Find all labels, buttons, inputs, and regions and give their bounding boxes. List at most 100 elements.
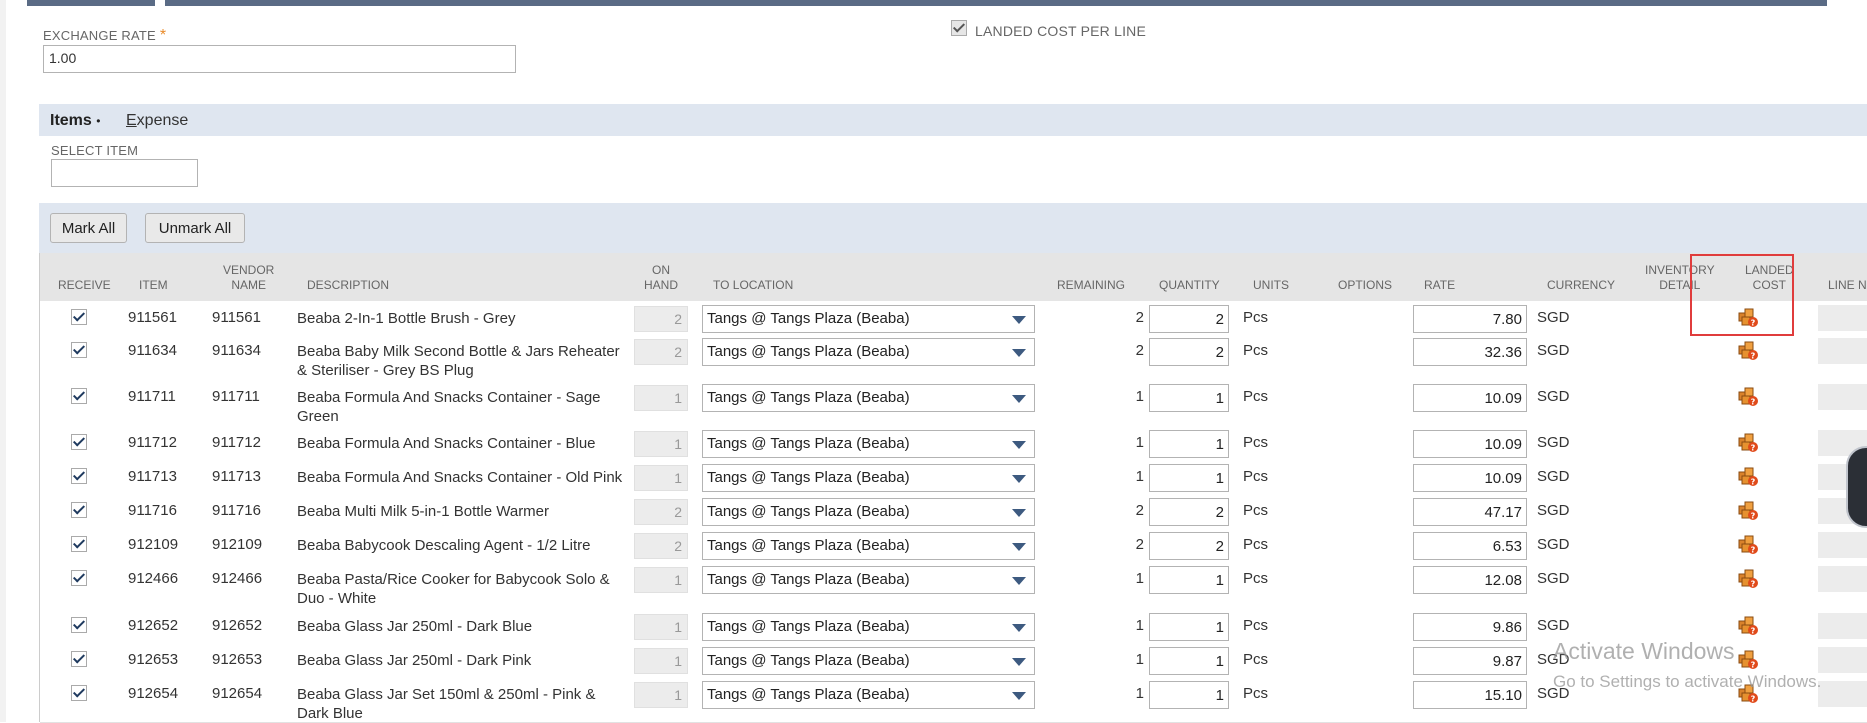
tab-expense[interactable]: Expense [126, 112, 188, 130]
col-description[interactable]: DESCRIPTION [307, 278, 389, 293]
quantity-input[interactable]: 1 [1149, 647, 1229, 675]
to-location-select[interactable]: Tangs @ Tangs Plaza (Beaba) [702, 384, 1035, 412]
col-line-number[interactable]: LINE N [1828, 278, 1867, 293]
table-row: 911713 911713 Beaba Formula And Snacks Con… [40, 460, 1867, 495]
page-left-border [0, 0, 6, 722]
col-quantity[interactable]: QUANTITY [1159, 278, 1220, 293]
to-location-select[interactable]: Tangs @ Tangs Plaza (Beaba) [702, 498, 1035, 526]
vendor-name-cell: 911712 [212, 434, 261, 451]
col-on-hand[interactable]: ON HAND [644, 263, 678, 293]
landed-cost-icon[interactable]: ? [1737, 431, 1759, 453]
dropdown-arrow-icon [1012, 624, 1026, 632]
col-item[interactable]: ITEM [139, 278, 168, 293]
landed-cost-icon[interactable]: ? [1737, 499, 1759, 521]
line-number-field [1818, 305, 1867, 331]
receive-checkbox[interactable] [71, 388, 87, 404]
receive-checkbox[interactable] [71, 434, 87, 450]
description-line1: Beaba Glass Jar 250ml - Dark Pink [297, 652, 532, 669]
landed-cost-icon[interactable]: ? [1737, 533, 1759, 555]
select-item-input[interactable] [51, 159, 198, 187]
currency-cell: SGD [1537, 570, 1570, 587]
col-currency[interactable]: CURRENCY [1547, 278, 1615, 293]
to-location-select[interactable]: Tangs @ Tangs Plaza (Beaba) [702, 613, 1035, 641]
col-rate[interactable]: RATE [1424, 278, 1455, 293]
quantity-input[interactable]: 2 [1149, 305, 1229, 333]
rate-input[interactable]: 7.80 [1413, 305, 1527, 333]
dropdown-arrow-icon [1012, 441, 1026, 449]
item-cell: 911634 [128, 342, 177, 359]
landed-cost-per-line-checkbox[interactable] [951, 20, 967, 36]
quantity-input[interactable]: 1 [1149, 430, 1229, 458]
svg-text:?: ? [1751, 478, 1756, 487]
mark-all-button[interactable]: Mark All [50, 213, 127, 243]
landed-cost-icon[interactable]: ? [1737, 339, 1759, 361]
col-remaining[interactable]: REMAINING [1057, 278, 1125, 293]
rate-input[interactable]: 12.08 [1413, 566, 1527, 594]
tab-items[interactable]: Items • [50, 112, 100, 130]
col-to-location[interactable]: TO LOCATION [713, 278, 793, 293]
vendor-name-cell: 912653 [212, 651, 263, 668]
to-location-select[interactable]: Tangs @ Tangs Plaza (Beaba) [702, 647, 1035, 675]
rate-input[interactable]: 10.09 [1413, 384, 1527, 412]
item-cell: 912652 [128, 617, 179, 634]
landed-cost-per-line-label: LANDED COST PER LINE [975, 23, 1147, 39]
to-location-select[interactable]: Tangs @ Tangs Plaza (Beaba) [702, 532, 1035, 560]
receive-checkbox[interactable] [71, 651, 87, 667]
rate-input[interactable]: 15.10 [1413, 681, 1527, 709]
side-help-widget[interactable] [1846, 446, 1867, 528]
quantity-input[interactable]: 2 [1149, 338, 1229, 366]
to-location-select[interactable]: Tangs @ Tangs Plaza (Beaba) [702, 566, 1035, 594]
item-cell: 912109 [128, 536, 179, 553]
receive-checkbox[interactable] [71, 570, 87, 586]
quantity-input[interactable]: 1 [1149, 681, 1229, 709]
receive-checkbox[interactable] [71, 536, 87, 552]
description-cell: Beaba Glass Jar 250ml - Dark Pink [297, 651, 531, 670]
landed-cost-icon[interactable]: ? [1737, 614, 1759, 636]
receive-checkbox[interactable] [71, 617, 87, 633]
quantity-input[interactable]: 1 [1149, 464, 1229, 492]
rate-input[interactable]: 9.86 [1413, 613, 1527, 641]
quantity-input[interactable]: 1 [1149, 613, 1229, 641]
receive-checkbox[interactable] [71, 342, 87, 358]
landed-cost-icon[interactable]: ? [1737, 567, 1759, 589]
rate-input[interactable]: 9.87 [1413, 647, 1527, 675]
line-number-field [1818, 338, 1867, 364]
quantity-input[interactable]: 1 [1149, 566, 1229, 594]
to-location-select[interactable]: Tangs @ Tangs Plaza (Beaba) [702, 681, 1035, 709]
to-location-select[interactable]: Tangs @ Tangs Plaza (Beaba) [702, 430, 1035, 458]
item-cell: 911561 [128, 309, 177, 326]
receive-checkbox[interactable] [71, 502, 87, 518]
to-location-value: Tangs @ Tangs Plaza (Beaba) [707, 618, 910, 635]
landed-cost-icon[interactable]: ? [1737, 385, 1759, 407]
receive-checkbox[interactable] [71, 468, 87, 484]
description-line2: & Steriliser - Grey BS Plug [297, 362, 474, 379]
rate-input[interactable]: 10.09 [1413, 430, 1527, 458]
line-number-field [1818, 532, 1867, 558]
quantity-input[interactable]: 1 [1149, 384, 1229, 412]
remaining-cell: 2 [1135, 536, 1144, 553]
item-cell: 911711 [128, 388, 176, 405]
quantity-input[interactable]: 2 [1149, 498, 1229, 526]
description-line1: Beaba Baby Milk Second Bottle & Jars Reh… [297, 343, 620, 360]
to-location-select[interactable]: Tangs @ Tangs Plaza (Beaba) [702, 338, 1035, 366]
quantity-input[interactable]: 2 [1149, 532, 1229, 560]
col-options[interactable]: OPTIONS [1338, 278, 1392, 293]
to-location-select[interactable]: Tangs @ Tangs Plaza (Beaba) [702, 305, 1035, 333]
landed-cost-icon[interactable]: ? [1737, 648, 1759, 670]
receive-checkbox[interactable] [71, 685, 87, 701]
rate-input[interactable]: 10.09 [1413, 464, 1527, 492]
description-line1: Beaba Glass Jar Set 150ml & 250ml - Pink… [297, 686, 596, 703]
rate-input[interactable]: 47.17 [1413, 498, 1527, 526]
rate-input[interactable]: 32.36 [1413, 338, 1527, 366]
receive-checkbox[interactable] [71, 309, 87, 325]
col-receive[interactable]: RECEIVE [58, 278, 111, 293]
col-vendor-name[interactable]: VENDOR NAME [223, 263, 274, 293]
exchange-rate-input[interactable]: 1.00 [43, 45, 516, 73]
col-units[interactable]: UNITS [1253, 278, 1289, 293]
remaining-cell: 1 [1135, 468, 1144, 485]
svg-text:?: ? [1751, 546, 1756, 555]
to-location-select[interactable]: Tangs @ Tangs Plaza (Beaba) [702, 464, 1035, 492]
rate-input[interactable]: 6.53 [1413, 532, 1527, 560]
unmark-all-button[interactable]: Unmark All [145, 213, 245, 243]
landed-cost-icon[interactable]: ? [1737, 465, 1759, 487]
